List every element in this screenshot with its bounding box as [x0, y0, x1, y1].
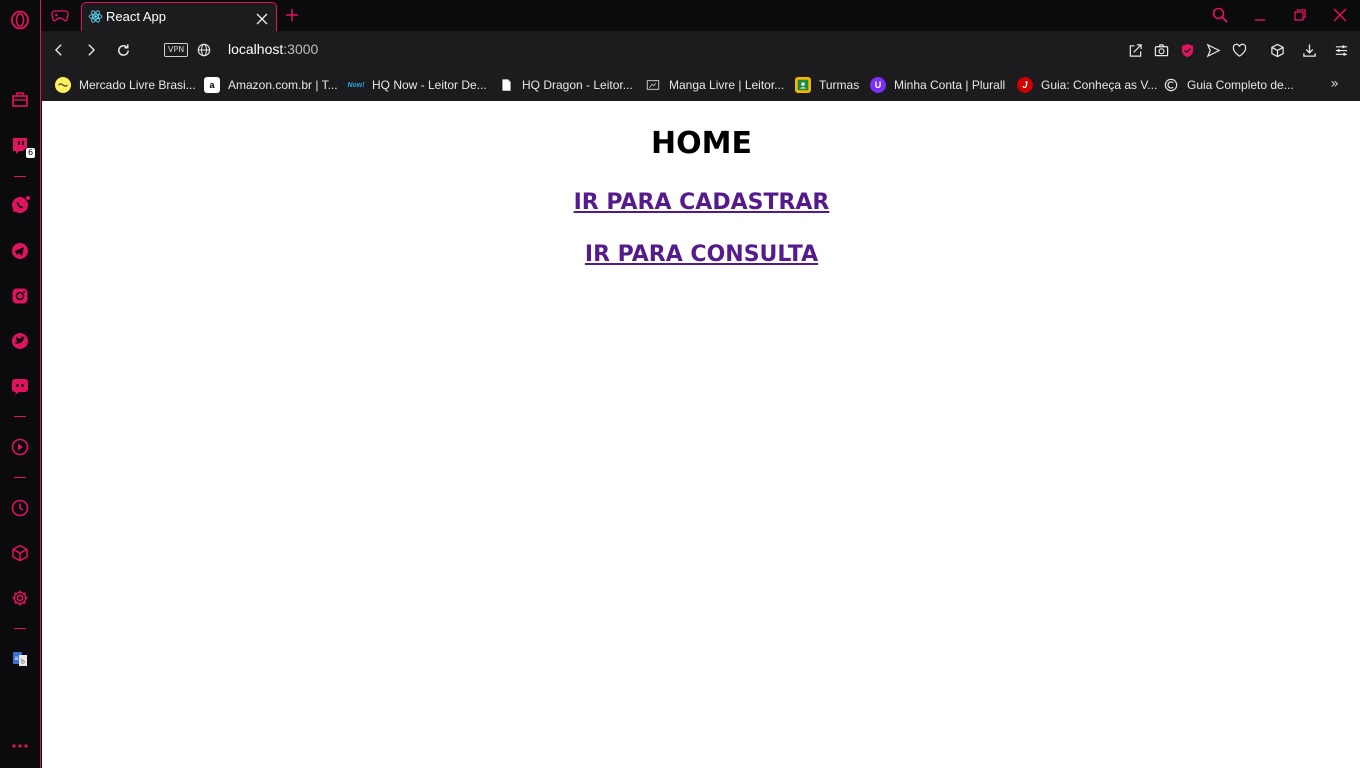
- close-tab-icon[interactable]: [256, 10, 268, 25]
- adblock-shield-icon[interactable]: [1178, 41, 1196, 59]
- manga-icon: [645, 77, 661, 93]
- send-icon[interactable]: [1204, 41, 1222, 59]
- sidebar-divider: [14, 176, 26, 177]
- hqnow-icon: Now!: [347, 81, 365, 89]
- heart-icon[interactable]: [1230, 41, 1248, 59]
- bookmark-item[interactable]: Turmas: [795, 75, 859, 95]
- search-icon[interactable]: [1212, 7, 1228, 23]
- url-port: :3000: [283, 41, 319, 57]
- new-tab-icon[interactable]: [285, 7, 299, 21]
- opera-sidebar: 6 ab: [0, 0, 40, 768]
- history-icon[interactable]: [9, 497, 31, 519]
- svg-text:b: b: [21, 659, 25, 666]
- cube-icon[interactable]: [9, 542, 31, 564]
- bookmark-label: Guia: Conheça as V...: [1041, 78, 1158, 92]
- vpn-badge[interactable]: VPN: [164, 43, 189, 57]
- bookmark-label: Amazon.com.br | T...: [228, 78, 338, 92]
- link-cadastrar-label[interactable]: IR PARA CADASTRAR: [574, 190, 830, 215]
- easy-setup-icon[interactable]: [1332, 41, 1350, 59]
- download-icon[interactable]: [1300, 41, 1318, 59]
- bookmark-label: Minha Conta | Plurall: [894, 78, 1006, 92]
- reload-icon[interactable]: [114, 41, 132, 59]
- link-consulta: IR PARA CONSULTA: [42, 242, 1360, 267]
- svg-text:a: a: [15, 655, 19, 662]
- sidebar-divider: [14, 477, 26, 478]
- tab-react-app[interactable]: React App: [81, 2, 277, 31]
- forward-icon[interactable]: [82, 41, 100, 59]
- bookmark-label: Manga Livre | Leitor...: [669, 78, 785, 92]
- back-icon[interactable]: [50, 41, 68, 59]
- share-icon[interactable]: [1126, 41, 1144, 59]
- url-field[interactable]: localhost:3000: [228, 41, 318, 57]
- bookmark-label: Turmas: [819, 78, 860, 92]
- bookmark-item[interactable]: Mercado Livre Brasi...: [55, 75, 196, 95]
- bookmark-item[interactable]: Now! HQ Now - Leitor De...: [347, 75, 487, 95]
- bookmark-item[interactable]: HQ Dragon - Leitor...: [498, 75, 633, 95]
- browser-window: React App VPN localhost:3000 Mercado Liv…: [40, 0, 1360, 768]
- instagram-icon[interactable]: [9, 285, 31, 307]
- amazon-icon: a: [204, 77, 220, 93]
- java-icon: J: [1017, 77, 1033, 93]
- site-icon: [1163, 77, 1179, 93]
- page-title: HOME: [651, 126, 752, 161]
- twitch-badge: 6: [26, 148, 36, 158]
- document-icon: [498, 77, 514, 93]
- url-host: localhost: [228, 41, 284, 57]
- mercadolivre-icon: [55, 77, 71, 93]
- settings-icon[interactable]: [9, 587, 31, 609]
- sidebar-divider: [14, 628, 26, 629]
- react-icon: [88, 9, 103, 24]
- link-consulta-label[interactable]: IR PARA CONSULTA: [585, 242, 818, 267]
- restore-icon[interactable]: [1292, 7, 1308, 23]
- page-content: HOME IR PARA CADASTRAR IR PARA CONSULTA: [42, 101, 1360, 768]
- minimize-icon[interactable]: [1252, 7, 1268, 23]
- more-bookmarks-icon[interactable]: »: [1330, 76, 1339, 92]
- gamepad-icon[interactable]: [49, 5, 71, 25]
- bookmark-item[interactable]: J Guia: Conheça as V...: [1017, 75, 1157, 95]
- bookmark-label: Guia Completo de...: [1187, 78, 1294, 92]
- opera-logo-icon[interactable]: [9, 9, 31, 31]
- sidebar-divider: [14, 416, 26, 417]
- classroom-icon: [795, 77, 811, 93]
- bookmark-item[interactable]: Manga Livre | Leitor...: [645, 75, 784, 95]
- close-window-icon[interactable]: [1332, 7, 1348, 23]
- briefcase-icon[interactable]: [9, 89, 31, 111]
- tab-title: React App: [106, 9, 166, 24]
- bookmarks-bar: Mercado Livre Brasi... a Amazon.com.br |…: [41, 69, 1360, 101]
- translate-icon[interactable]: ab: [9, 648, 31, 670]
- address-bar: VPN localhost:3000: [41, 31, 1360, 69]
- tab-bar: React App: [41, 0, 1360, 31]
- twitter-icon[interactable]: [9, 330, 31, 352]
- globe-icon[interactable]: [195, 41, 213, 59]
- player-icon[interactable]: [9, 436, 31, 458]
- bookmark-label: HQ Dragon - Leitor...: [522, 78, 633, 92]
- telegram-icon[interactable]: [9, 240, 31, 262]
- more-icon[interactable]: [9, 735, 31, 757]
- camera-icon[interactable]: [1152, 41, 1170, 59]
- discord-icon[interactable]: [9, 375, 31, 397]
- bookmark-label: Mercado Livre Brasi...: [79, 78, 196, 92]
- bookmark-label: HQ Now - Leitor De...: [372, 78, 487, 92]
- bookmark-item[interactable]: U Minha Conta | Plurall: [870, 75, 1005, 95]
- notification-dot: [25, 195, 31, 201]
- bookmark-item[interactable]: Guia Completo de...: [1163, 75, 1294, 95]
- extensions-cube-icon[interactable]: [1268, 41, 1286, 59]
- plurall-icon: U: [870, 77, 886, 93]
- bookmark-item[interactable]: a Amazon.com.br | T...: [204, 75, 338, 95]
- link-cadastrar: IR PARA CADASTRAR: [42, 190, 1360, 215]
